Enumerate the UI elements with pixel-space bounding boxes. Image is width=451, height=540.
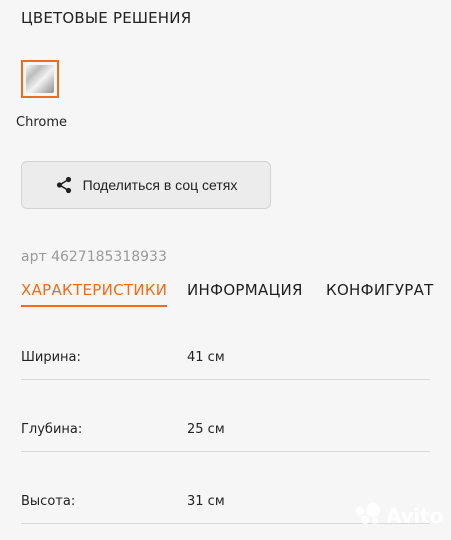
spec-label: Высота: xyxy=(21,494,76,509)
share-label: Поделиться в соц сетях xyxy=(82,177,238,193)
avito-logo-icon xyxy=(353,502,383,530)
spec-label: Ширина: xyxy=(21,350,81,365)
tab-characteristics[interactable]: ХАРАКТЕРИСТИКИ xyxy=(21,281,168,307)
watermark-text: Avito xyxy=(386,504,443,528)
section-title: ЦВЕТОВЫЕ РЕШЕНИЯ xyxy=(21,9,192,27)
share-button[interactable]: Поделиться в соц сетях xyxy=(21,161,271,209)
spec-label: Глубина: xyxy=(21,422,83,437)
color-swatch-chrome[interactable] xyxy=(21,60,59,98)
tab-configurator[interactable]: КОНФИГУРАТ xyxy=(326,281,434,299)
spec-value: 25 см xyxy=(187,422,225,437)
share-icon xyxy=(55,176,73,194)
spec-row-depth: Глубина: 25 см xyxy=(21,417,430,452)
spec-value: 31 см xyxy=(187,494,225,509)
article-number: арт 4627185318933 xyxy=(21,249,167,265)
tab-information[interactable]: ИНФОРМАЦИЯ xyxy=(187,281,303,299)
chrome-swatch-icon xyxy=(26,65,54,93)
spec-value: 41 см xyxy=(187,350,225,365)
swatch-label: Chrome xyxy=(16,115,67,130)
spec-row-width: Ширина: 41 см xyxy=(21,345,430,380)
tabs-bar: ХАРАКТЕРИСТИКИ ИНФОРМАЦИЯ КОНФИГУРАТ xyxy=(21,281,451,311)
avito-watermark: Avito xyxy=(353,502,443,530)
